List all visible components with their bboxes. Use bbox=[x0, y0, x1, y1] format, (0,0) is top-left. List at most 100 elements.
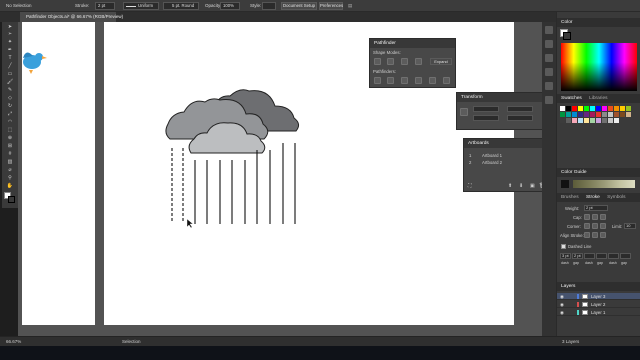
swatches-tab[interactable]: Swatches bbox=[561, 96, 582, 101]
trim-icon[interactable] bbox=[387, 77, 394, 84]
color-swatch[interactable] bbox=[602, 106, 607, 111]
merge-icon[interactable] bbox=[401, 77, 408, 84]
color-swatch[interactable] bbox=[608, 118, 613, 123]
intersect-icon[interactable] bbox=[401, 58, 408, 65]
butt-cap-icon[interactable] bbox=[584, 214, 590, 220]
color-swatch[interactable] bbox=[626, 106, 631, 111]
minus-back-icon[interactable] bbox=[443, 77, 450, 84]
color-guide-title[interactable]: Color Guide bbox=[557, 168, 640, 177]
eyedropper-tool-icon[interactable]: ⌀ bbox=[5, 167, 15, 173]
dash-gap-field[interactable] bbox=[584, 253, 595, 259]
color-swatch[interactable] bbox=[572, 118, 577, 123]
new-artboard-icon[interactable]: ▣ bbox=[530, 183, 535, 189]
color-swatch[interactable] bbox=[572, 106, 577, 111]
gradient-tool-icon[interactable]: ▥ bbox=[5, 159, 15, 165]
dash-gap-field[interactable]: 3 pt bbox=[560, 253, 571, 259]
color-swatch[interactable] bbox=[560, 112, 565, 117]
opacity-field[interactable]: 100% bbox=[220, 2, 240, 10]
style-dropdown[interactable] bbox=[262, 2, 276, 10]
color-swatch[interactable] bbox=[602, 118, 607, 123]
rotate-tool-icon[interactable]: ↻ bbox=[5, 103, 15, 109]
pathfinder-title[interactable]: Pathfinder bbox=[370, 39, 455, 48]
libraries-tab[interactable]: Libraries bbox=[589, 96, 607, 101]
outline-icon[interactable] bbox=[429, 77, 436, 84]
stroke-weight-field[interactable]: 2 pt bbox=[95, 2, 115, 10]
color-swatch[interactable] bbox=[590, 106, 595, 111]
dash-gap-field[interactable] bbox=[620, 253, 631, 259]
magic-wand-tool-icon[interactable]: ✦ bbox=[5, 39, 15, 45]
eraser-tool-icon[interactable]: ◇ bbox=[5, 95, 15, 101]
round-join-icon[interactable] bbox=[592, 223, 598, 229]
dash-gap-field[interactable] bbox=[596, 253, 607, 259]
reference-point-icon[interactable] bbox=[460, 108, 468, 116]
stroke-swatch[interactable] bbox=[8, 196, 15, 203]
projecting-cap-icon[interactable] bbox=[600, 214, 606, 220]
bevel-join-icon[interactable] bbox=[600, 223, 606, 229]
align-inside-icon[interactable] bbox=[592, 232, 598, 238]
color-stroke-swatch[interactable] bbox=[563, 32, 571, 40]
color-swatch[interactable] bbox=[596, 118, 601, 123]
align-outside-icon[interactable] bbox=[600, 232, 606, 238]
color-swatch[interactable] bbox=[626, 112, 631, 117]
pencil-tool-icon[interactable]: ✎ bbox=[5, 87, 15, 93]
transform-w-field[interactable] bbox=[507, 106, 533, 112]
transform-title[interactable]: Transform bbox=[457, 93, 542, 102]
minus-front-icon[interactable] bbox=[387, 58, 394, 65]
symbols-tab[interactable]: Symbols bbox=[607, 195, 625, 200]
move-down-icon[interactable]: ⬇ bbox=[519, 183, 523, 189]
color-swatch[interactable] bbox=[608, 106, 613, 111]
artboard-row[interactable]: 1 Artboard 1 bbox=[464, 152, 546, 159]
divide-icon[interactable] bbox=[374, 77, 381, 84]
transparency-icon[interactable] bbox=[545, 96, 553, 104]
color-swatch[interactable] bbox=[578, 112, 583, 117]
color-swatch[interactable] bbox=[608, 112, 613, 117]
graphic-styles-icon[interactable] bbox=[545, 82, 553, 90]
expand-button[interactable]: Expand bbox=[430, 58, 452, 65]
color-swatch[interactable] bbox=[596, 106, 601, 111]
artboard-row[interactable]: 2 Artboard 2 bbox=[464, 159, 546, 166]
color-swatch[interactable] bbox=[602, 112, 607, 117]
stroke-tab[interactable]: Stroke bbox=[586, 195, 600, 200]
warp-tool-icon[interactable]: ◠ bbox=[5, 119, 15, 125]
color-panel-title[interactable]: Color bbox=[557, 18, 640, 27]
round-cap-icon[interactable] bbox=[592, 214, 598, 220]
layer-row[interactable]: ◉ Layer 2 bbox=[557, 301, 640, 308]
color-swatch[interactable] bbox=[614, 112, 619, 117]
visibility-eye-icon[interactable]: ◉ bbox=[560, 302, 564, 308]
transform-y-field[interactable] bbox=[473, 115, 499, 121]
profile-dropdown[interactable]: Uniform bbox=[123, 2, 159, 10]
color-swatch[interactable] bbox=[572, 112, 577, 117]
dash-gap-field[interactable] bbox=[608, 253, 619, 259]
document-setup-button[interactable]: Document Setup bbox=[281, 2, 317, 10]
hand-tool-icon[interactable]: ✋ bbox=[5, 183, 15, 189]
transform-h-field[interactable] bbox=[507, 115, 533, 121]
color-swatch[interactable] bbox=[560, 118, 565, 123]
miter-join-icon[interactable] bbox=[584, 223, 590, 229]
color-swatch[interactable] bbox=[596, 112, 601, 117]
artboards-title[interactable]: Artboards bbox=[464, 139, 546, 148]
shape-builder-tool-icon[interactable]: ⊕ bbox=[5, 135, 15, 141]
color-swatch[interactable] bbox=[584, 106, 589, 111]
layers-title[interactable]: Layers bbox=[557, 282, 640, 291]
color-spectrum[interactable] bbox=[561, 43, 637, 91]
guide-base-color[interactable] bbox=[561, 180, 569, 188]
brushes-tab[interactable]: Brushes bbox=[561, 195, 579, 200]
brush-dropdown[interactable]: 5 pt. Round bbox=[163, 2, 199, 10]
rectangle-tool-icon[interactable]: ▭ bbox=[5, 71, 15, 77]
paintbrush-tool-icon[interactable]: 🖌 bbox=[5, 79, 15, 85]
color-swatch[interactable] bbox=[614, 106, 619, 111]
selection-tool-icon[interactable]: ➤ bbox=[5, 24, 15, 30]
crop-icon[interactable] bbox=[415, 77, 422, 84]
pen-tool-icon[interactable]: ✒ bbox=[5, 47, 15, 53]
properties-icon[interactable] bbox=[545, 40, 553, 48]
zoom-tool-icon[interactable]: ⚲ bbox=[5, 175, 15, 181]
color-swatch[interactable] bbox=[566, 106, 571, 111]
document-tab[interactable]: Pathfinder Objects.ai* @ 66.67% (RGB/Pre… bbox=[20, 12, 123, 22]
color-swatch[interactable] bbox=[566, 118, 571, 123]
align-center-icon[interactable] bbox=[584, 232, 590, 238]
color-swatch[interactable] bbox=[620, 112, 625, 117]
unite-icon[interactable] bbox=[374, 58, 381, 65]
color-swatch[interactable] bbox=[566, 112, 571, 117]
move-up-icon[interactable]: ⬆ bbox=[508, 183, 512, 189]
swatch-grid[interactable] bbox=[560, 106, 640, 156]
